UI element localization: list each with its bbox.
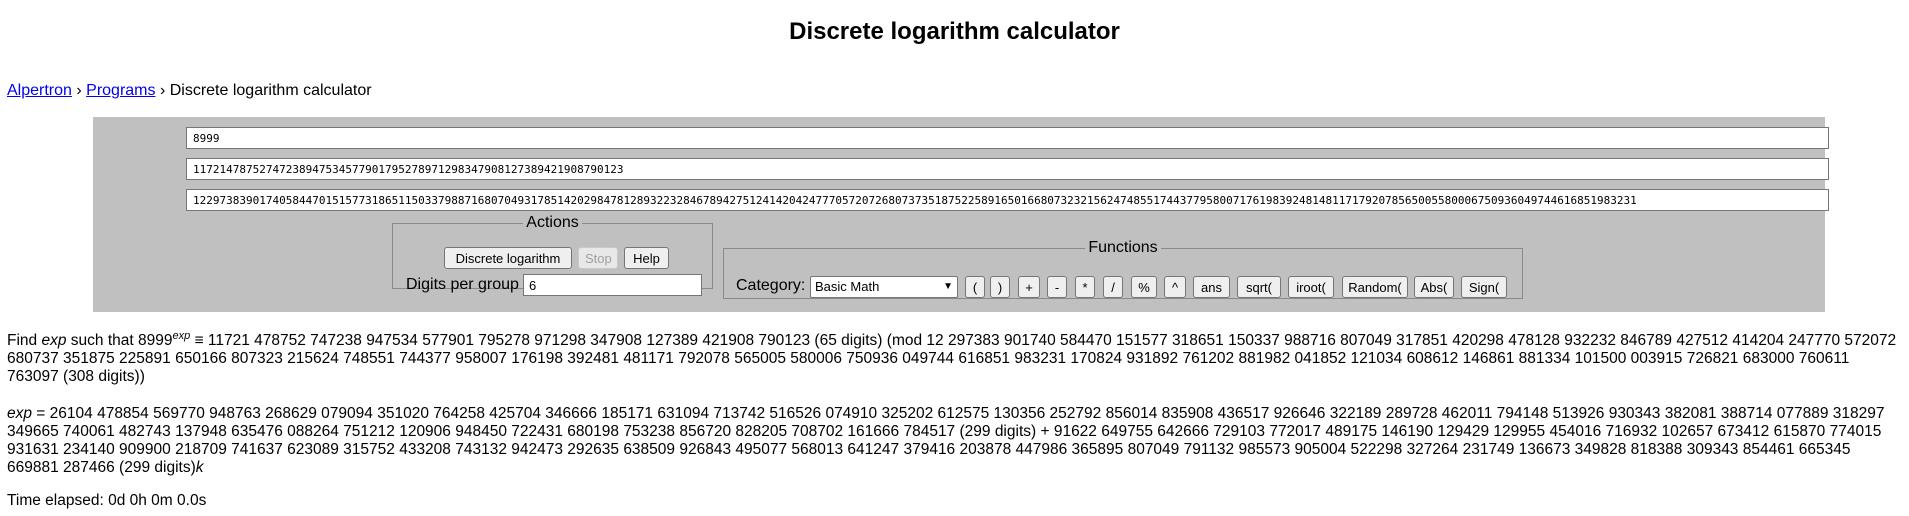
functions-group: Functions Category: Basic Math ▼ ( ) + -… (723, 239, 1523, 299)
function-button-ans[interactable]: ans (1193, 276, 1230, 298)
k-variable: k (195, 459, 204, 476)
breadcrumb-link-alpertron[interactable]: Alpertron (7, 82, 72, 99)
digits-per-group-input[interactable] (523, 274, 702, 296)
calculator-panel: Base Power Modulus Actions Discrete loga… (93, 117, 1829, 312)
category-label: Category: (736, 277, 806, 294)
function-button-sqrt[interactable]: sqrt( (1237, 276, 1281, 298)
function-button-modulo[interactable]: % (1131, 276, 1157, 298)
exponent-formula: = 26104 478854 569770 948763 268629 0790… (7, 405, 1885, 476)
actions-legend: Actions (526, 214, 579, 231)
function-button-plus[interactable]: + (1018, 276, 1040, 298)
function-button-random[interactable]: Random( (1342, 276, 1408, 298)
exp-variable: exp (7, 405, 32, 422)
base-input[interactable] (186, 127, 1829, 149)
discrete-logarithm-button[interactable]: Discrete logarithm (444, 247, 572, 269)
exponent-superscript: exp (172, 329, 191, 342)
breadcrumb-separator: › (71, 82, 87, 99)
functions-legend: Functions (1088, 239, 1158, 256)
congruence-result: Find exp such that 8999exp ≡ 11721 47875… (7, 329, 1897, 385)
stop-button[interactable]: Stop (578, 247, 618, 269)
function-button-iroot[interactable]: iroot( (1288, 276, 1334, 298)
breadcrumb-current: Discrete logarithm calculator (169, 82, 372, 99)
breadcrumb: Alpertron › Programs › Discrete logarith… (7, 82, 372, 100)
function-button-open-paren[interactable]: ( (965, 276, 985, 298)
function-button-multiply[interactable]: * (1075, 276, 1095, 298)
help-button[interactable]: Help (624, 247, 669, 269)
function-button-power[interactable]: ^ (1164, 276, 1186, 298)
function-button-minus[interactable]: - (1047, 276, 1067, 298)
chevron-down-icon: ▼ (943, 281, 953, 292)
power-input[interactable] (186, 158, 1829, 180)
function-button-sign[interactable]: Sign( (1461, 276, 1507, 298)
breadcrumb-link-programs[interactable]: Programs (86, 82, 155, 99)
time-elapsed: Time elapsed: 0d 0h 0m 0.0s (7, 492, 207, 509)
actions-group: Actions Discrete logarithm Stop Help Dig… (392, 214, 713, 296)
exponent-result: exp = 26104 478854 569770 948763 268629 … (7, 405, 1902, 477)
exp-variable: exp (41, 332, 67, 349)
modulus-input[interactable] (186, 189, 1829, 211)
category-select-value: Basic Math (815, 279, 880, 294)
category-select[interactable]: Basic Math ▼ (810, 276, 958, 298)
function-button-divide[interactable]: / (1103, 276, 1123, 298)
digits-per-group-label: Digits per group (406, 276, 519, 293)
function-button-abs[interactable]: Abs( (1414, 276, 1454, 298)
congruence-text: ≡ 11721 478752 747238 947534 577901 7952… (7, 332, 1897, 385)
breadcrumb-separator: › (155, 82, 170, 99)
function-button-close-paren[interactable]: ) (990, 276, 1010, 298)
page-title: Discrete logarithm calculator (789, 18, 1120, 45)
